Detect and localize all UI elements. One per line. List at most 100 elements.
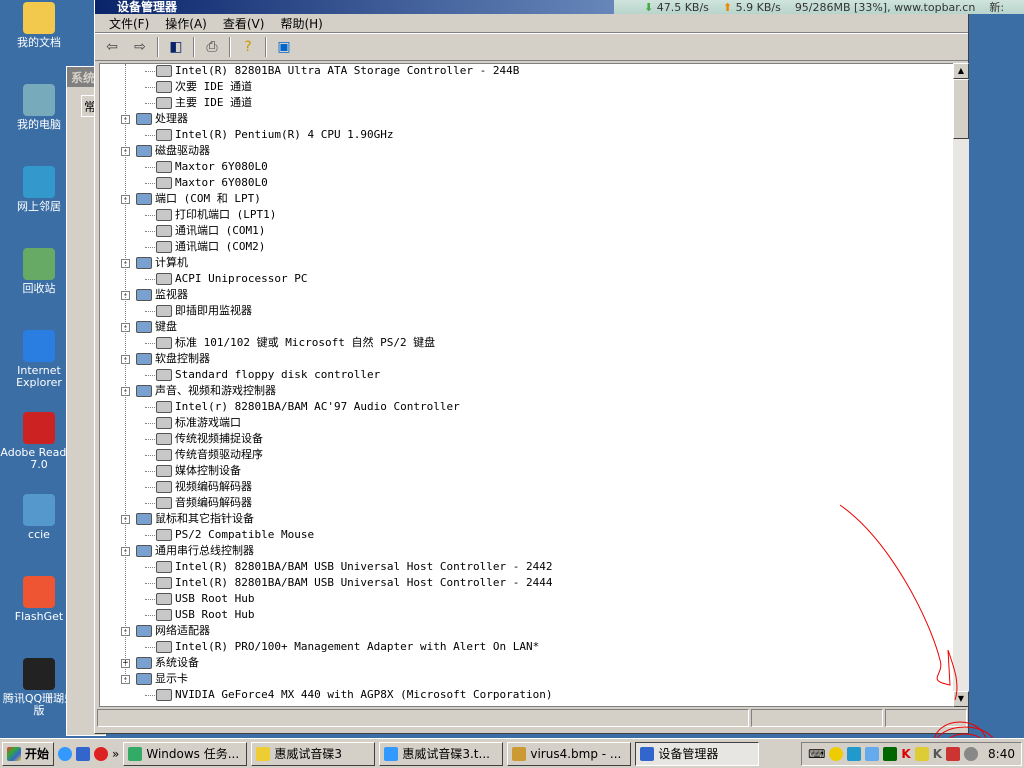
device-icon	[156, 641, 172, 653]
outlook-quicklaunch-icon[interactable]	[76, 746, 91, 761]
app-quicklaunch-icon[interactable]	[94, 746, 109, 761]
taskbar-button[interactable]: Windows 任务...	[123, 741, 248, 766]
device-item[interactable]: Intel(R) 82801BA/BAM USB Universal Host …	[156, 559, 553, 575]
device-item[interactable]: PS/2 Compatible Mouse	[156, 527, 314, 543]
forward-arrow-icon[interactable]: ⇨	[129, 37, 151, 57]
device-label: 网络适配器	[155, 624, 210, 637]
desktop-icon-label: 我的文档	[17, 36, 61, 49]
taskbar-button[interactable]: 设备管理器	[635, 741, 760, 766]
menu-action[interactable]: 操作(A)	[157, 15, 215, 32]
taskbar-button[interactable]: 惠威试音碟3	[251, 741, 376, 766]
windows-logo-icon	[7, 746, 21, 761]
device-label: 软盘控制器	[155, 352, 210, 365]
device-item[interactable]: ACPI Uniprocessor PC	[156, 271, 307, 287]
device-category[interactable]: 鼠标和其它指针设备	[136, 511, 254, 527]
desktop-icon[interactable]: 我的文档	[0, 2, 78, 49]
tree-connector	[145, 247, 155, 248]
device-label: 传统视频捕捉设备	[175, 432, 263, 445]
device-icon	[136, 193, 152, 205]
device-item[interactable]: 媒体控制设备	[156, 463, 241, 479]
start-button[interactable]: 开始	[2, 741, 55, 766]
device-category[interactable]: 显示卡	[136, 671, 188, 687]
clock[interactable]: 8:40	[988, 747, 1015, 761]
device-item[interactable]: Maxtor 6Y080L0	[156, 175, 268, 191]
scroll-thumb[interactable]	[953, 79, 969, 139]
device-icon	[136, 513, 152, 525]
download-speed-value: 47.5 KB/s	[656, 0, 709, 14]
device-item[interactable]: 主要 IDE 通道	[156, 95, 252, 111]
globe-tray-icon[interactable]	[964, 746, 979, 761]
device-item[interactable]: Standard floppy disk controller	[156, 367, 380, 383]
device-item[interactable]: 通讯端口 (COM1)	[156, 223, 265, 239]
scan-hardware-icon[interactable]: ▣	[273, 37, 295, 57]
menu-view[interactable]: 查看(V)	[215, 15, 273, 32]
device-item[interactable]: 传统视频捕捉设备	[156, 431, 263, 447]
device-category[interactable]: 监视器	[136, 287, 188, 303]
kaspersky-disabled-icon[interactable]: K	[933, 747, 942, 761]
device-item[interactable]: 传统音频驱动程序	[156, 447, 263, 463]
device-item[interactable]: NVIDIA GeForce4 MX 440 with AGP8X (Micro…	[156, 687, 553, 703]
device-label: 磁盘驱动器	[155, 144, 210, 157]
device-item[interactable]: Maxtor 6Y080L0	[156, 159, 268, 175]
device-label: 打印机端口 (LPT1)	[175, 208, 277, 221]
print-icon[interactable]: ⎙	[201, 37, 223, 57]
device-label: USB Root Hub	[175, 608, 255, 621]
device-item[interactable]: Intel(r) 82801BA/BAM AC'97 Audio Control…	[156, 399, 460, 415]
device-category[interactable]: 通用串行总线控制器	[136, 543, 254, 559]
monitor-meter-icon[interactable]	[883, 746, 898, 761]
device-item[interactable]: Intel(R) Pentium(R) 4 CPU 1.90GHz	[156, 127, 394, 143]
device-category[interactable]: 系统设备	[136, 655, 199, 671]
device-label: 显示卡	[155, 672, 188, 685]
device-item[interactable]: USB Root Hub	[156, 591, 254, 607]
tree-connector	[145, 215, 155, 216]
device-label: 鼠标和其它指针设备	[155, 512, 254, 525]
tree-connector	[145, 615, 155, 616]
network-connections-icon[interactable]	[865, 746, 880, 761]
menu-help[interactable]: 帮助(H)	[272, 15, 330, 32]
device-item[interactable]: Intel(R) PRO/100+ Management Adapter wit…	[156, 639, 539, 655]
device-label: 系统设备	[155, 656, 199, 669]
device-category[interactable]: 声音、视频和游戏控制器	[136, 383, 276, 399]
device-item[interactable]: USB Root Hub	[156, 607, 254, 623]
toolbar-separator	[157, 37, 159, 57]
device-item[interactable]: Intel(R) 82801BA/BAM USB Universal Host …	[156, 575, 553, 591]
help-icon[interactable]: ?	[237, 37, 259, 57]
taskbar-button[interactable]: virus4.bmp - ...	[507, 741, 632, 766]
device-icon	[156, 241, 172, 253]
device-category[interactable]: 网络适配器	[136, 623, 210, 639]
device-item[interactable]: 通讯端口 (COM2)	[156, 239, 265, 255]
tree-connector	[145, 647, 155, 648]
device-item[interactable]: 音频编码解码器	[156, 495, 252, 511]
device-category[interactable]: 端口 (COM 和 LPT)	[136, 191, 261, 207]
device-category[interactable]: 键盘	[136, 319, 177, 335]
ie-quicklaunch-icon[interactable]	[58, 746, 73, 761]
task-icon	[384, 746, 399, 761]
quicklaunch-more[interactable]: »	[112, 747, 119, 761]
device-icon	[156, 465, 172, 477]
device-item[interactable]: 即插即用监视器	[156, 303, 252, 319]
taskbar-button[interactable]: 惠威试音碟3.t...	[379, 741, 504, 766]
menu-file[interactable]: 文件(F)	[101, 15, 157, 32]
network-app-icon[interactable]	[847, 746, 862, 761]
device-item[interactable]: 打印机端口 (LPT1)	[156, 207, 276, 223]
device-item[interactable]: 视频编码解码器	[156, 479, 252, 495]
device-category[interactable]: 计算机	[136, 255, 188, 271]
device-label: 计算机	[155, 256, 188, 269]
show-hide-tree-icon[interactable]: ◧	[165, 37, 187, 57]
device-item[interactable]: 标准 101/102 键或 Microsoft 自然 PS/2 键盘	[156, 335, 435, 351]
device-item[interactable]: 标准游戏端口	[156, 415, 241, 431]
app-tray-icon[interactable]	[946, 746, 961, 761]
red-scribble-annotation	[839, 504, 996, 764]
shield-icon[interactable]	[829, 746, 844, 761]
warning-icon[interactable]	[914, 746, 929, 761]
back-arrow-icon[interactable]: ⇦	[101, 37, 123, 57]
device-category[interactable]: 磁盘驱动器	[136, 143, 210, 159]
device-category[interactable]: 软盘控制器	[136, 351, 210, 367]
device-item[interactable]: 次要 IDE 通道	[156, 79, 252, 95]
upload-speed-value: 5.9 KB/s	[735, 0, 781, 14]
device-category[interactable]: 处理器	[136, 111, 188, 127]
scroll-up-icon[interactable]: ▲	[953, 63, 969, 79]
keyboard-icon[interactable]: ⌨	[808, 747, 825, 761]
kaspersky-icon[interactable]: K	[901, 747, 910, 761]
device-item[interactable]: Intel(R) 82801BA Ultra ATA Storage Contr…	[156, 64, 519, 79]
